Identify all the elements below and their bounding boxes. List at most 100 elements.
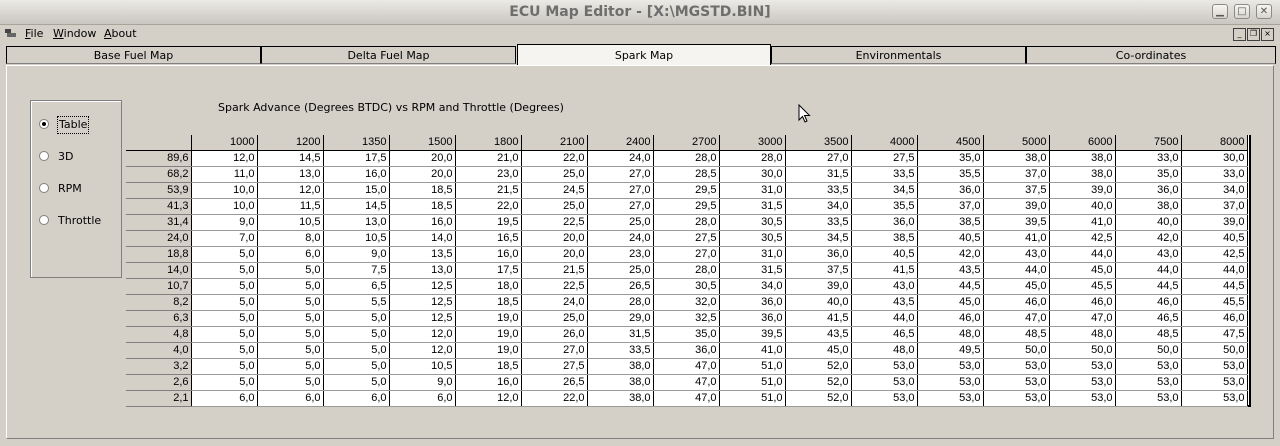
spark-advance-cell[interactable]: 39,0 xyxy=(785,278,852,295)
spark-advance-cell[interactable]: 43,5 xyxy=(851,294,918,311)
spark-advance-cell[interactable]: 47,0 xyxy=(653,390,720,407)
spark-advance-cell[interactable]: 5,0 xyxy=(191,278,258,295)
spark-advance-cell[interactable]: 53,0 xyxy=(983,358,1050,375)
spark-advance-cell[interactable]: 48,5 xyxy=(1115,326,1182,343)
throttle-row-header[interactable]: 31,4 xyxy=(126,214,192,231)
spark-advance-cell[interactable]: 53,0 xyxy=(1115,374,1182,391)
spark-advance-cell[interactable]: 24,0 xyxy=(587,150,654,167)
spark-advance-cell[interactable]: 25,0 xyxy=(521,166,588,183)
spark-advance-cell[interactable]: 36,0 xyxy=(917,182,984,199)
spark-advance-cell[interactable]: 53,0 xyxy=(1049,390,1116,407)
spark-advance-cell[interactable]: 27,5 xyxy=(521,358,588,375)
spark-advance-cell[interactable]: 44,0 xyxy=(851,310,918,327)
spark-advance-cell[interactable]: 46,0 xyxy=(1115,294,1182,311)
spark-advance-cell[interactable]: 22,0 xyxy=(521,390,588,407)
spark-advance-cell[interactable]: 5,0 xyxy=(323,326,390,343)
spark-advance-cell[interactable]: 24,0 xyxy=(587,230,654,247)
spark-advance-cell[interactable]: 21,0 xyxy=(455,150,522,167)
throttle-row-header[interactable]: 24,0 xyxy=(126,230,192,247)
spark-advance-cell[interactable]: 13,0 xyxy=(389,262,456,279)
spark-advance-cell[interactable]: 16,0 xyxy=(455,246,522,263)
spark-advance-cell[interactable]: 5,0 xyxy=(191,294,258,311)
spark-advance-cell[interactable]: 12,5 xyxy=(389,294,456,311)
spark-advance-cell[interactable]: 35,0 xyxy=(917,150,984,167)
spark-advance-cell[interactable]: 10,5 xyxy=(257,214,324,231)
spark-advance-cell[interactable]: 45,5 xyxy=(1049,278,1116,295)
spark-advance-cell[interactable]: 24,5 xyxy=(521,182,588,199)
spark-advance-cell[interactable]: 18,5 xyxy=(455,358,522,375)
spark-advance-cell[interactable]: 48,0 xyxy=(917,326,984,343)
spark-advance-cell[interactable]: 5,0 xyxy=(257,278,324,295)
spark-advance-cell[interactable]: 33,5 xyxy=(785,214,852,231)
rpm-column-header[interactable]: 4000 xyxy=(851,135,918,151)
spark-advance-cell[interactable]: 38,0 xyxy=(983,150,1050,167)
spark-advance-cell[interactable]: 26,5 xyxy=(521,374,588,391)
throttle-row-header[interactable]: 89,6 xyxy=(126,150,192,167)
spark-advance-cell[interactable]: 6,0 xyxy=(389,390,456,407)
app-icon[interactable] xyxy=(4,28,18,39)
spark-advance-cell[interactable]: 38,0 xyxy=(1049,150,1116,167)
spark-advance-cell[interactable]: 41,5 xyxy=(785,310,852,327)
spark-advance-cell[interactable]: 16,0 xyxy=(323,166,390,183)
spark-advance-cell[interactable]: 36,0 xyxy=(719,310,786,327)
throttle-row-header[interactable]: 68,2 xyxy=(126,166,192,183)
spark-advance-cell[interactable]: 32,0 xyxy=(653,294,720,311)
spark-advance-cell[interactable]: 33,5 xyxy=(785,182,852,199)
spark-advance-cell[interactable]: 34,0 xyxy=(719,278,786,295)
spark-advance-cell[interactable]: 7,0 xyxy=(191,230,258,247)
spark-advance-cell[interactable]: 41,0 xyxy=(719,342,786,359)
spark-advance-cell[interactable]: 42,5 xyxy=(1181,246,1248,263)
throttle-row-header[interactable]: 8,2 xyxy=(126,294,192,311)
spark-advance-cell[interactable]: 38,0 xyxy=(587,358,654,375)
spark-advance-cell[interactable]: 14,0 xyxy=(389,230,456,247)
spark-advance-cell[interactable]: 19,0 xyxy=(455,326,522,343)
spark-advance-cell[interactable]: 48,0 xyxy=(1049,326,1116,343)
spark-advance-cell[interactable]: 33,0 xyxy=(1181,166,1248,183)
spark-advance-cell[interactable]: 34,0 xyxy=(1181,182,1248,199)
spark-advance-cell[interactable]: 52,0 xyxy=(785,374,852,391)
spark-advance-cell[interactable]: 43,5 xyxy=(785,326,852,343)
spark-advance-cell[interactable]: 10,5 xyxy=(389,358,456,375)
spark-advance-cell[interactable]: 27,0 xyxy=(587,166,654,183)
spark-advance-cell[interactable]: 50,0 xyxy=(983,342,1050,359)
spark-advance-cell[interactable]: 42,5 xyxy=(1049,230,1116,247)
rpm-column-header[interactable]: 1200 xyxy=(257,135,324,151)
spark-advance-cell[interactable]: 9,0 xyxy=(191,214,258,231)
spark-advance-cell[interactable]: 36,0 xyxy=(653,342,720,359)
rpm-column-header[interactable]: 1800 xyxy=(455,135,522,151)
spark-advance-cell[interactable]: 23,0 xyxy=(587,246,654,263)
spark-advance-cell[interactable]: 47,0 xyxy=(1049,310,1116,327)
throttle-row-header[interactable]: 6,3 xyxy=(126,310,192,327)
spark-advance-cell[interactable]: 18,5 xyxy=(389,198,456,215)
spark-advance-cell[interactable]: 31,0 xyxy=(719,182,786,199)
spark-advance-cell[interactable]: 35,0 xyxy=(1115,166,1182,183)
spark-advance-cell[interactable]: 42,0 xyxy=(1115,230,1182,247)
throttle-row-header[interactable]: 2,6 xyxy=(126,374,192,391)
spark-advance-cell[interactable]: 5,0 xyxy=(257,310,324,327)
spark-advance-cell[interactable]: 48,0 xyxy=(851,342,918,359)
spark-advance-cell[interactable]: 5,0 xyxy=(257,374,324,391)
spark-advance-cell[interactable]: 46,5 xyxy=(851,326,918,343)
spark-advance-cell[interactable]: 44,0 xyxy=(1049,246,1116,263)
spark-advance-cell[interactable]: 5,0 xyxy=(257,326,324,343)
throttle-row-header[interactable]: 4,8 xyxy=(126,326,192,343)
spark-advance-cell[interactable]: 12,0 xyxy=(191,150,258,167)
spark-advance-cell[interactable]: 26,0 xyxy=(521,326,588,343)
spark-advance-cell[interactable]: 25,0 xyxy=(521,310,588,327)
spark-advance-cell[interactable]: 53,0 xyxy=(1115,390,1182,407)
throttle-row-header[interactable]: 4,0 xyxy=(126,342,192,359)
spark-advance-cell[interactable]: 43,0 xyxy=(983,246,1050,263)
spark-advance-cell[interactable]: 35,5 xyxy=(851,198,918,215)
rpm-column-header[interactable]: 2100 xyxy=(521,135,588,151)
spark-advance-cell[interactable]: 27,0 xyxy=(521,342,588,359)
spark-advance-cell[interactable]: 27,5 xyxy=(653,230,720,247)
spark-advance-cell[interactable]: 45,0 xyxy=(983,278,1050,295)
spark-advance-cell[interactable]: 7,5 xyxy=(323,262,390,279)
spark-advance-cell[interactable]: 31,5 xyxy=(587,326,654,343)
spark-advance-cell[interactable]: 16,5 xyxy=(455,230,522,247)
spark-advance-cell[interactable]: 37,0 xyxy=(983,166,1050,183)
spark-advance-cell[interactable]: 19,0 xyxy=(455,342,522,359)
spark-advance-cell[interactable]: 19,5 xyxy=(455,214,522,231)
spark-advance-cell[interactable]: 53,0 xyxy=(983,374,1050,391)
minimize-button[interactable]: ▁ xyxy=(1212,4,1228,19)
